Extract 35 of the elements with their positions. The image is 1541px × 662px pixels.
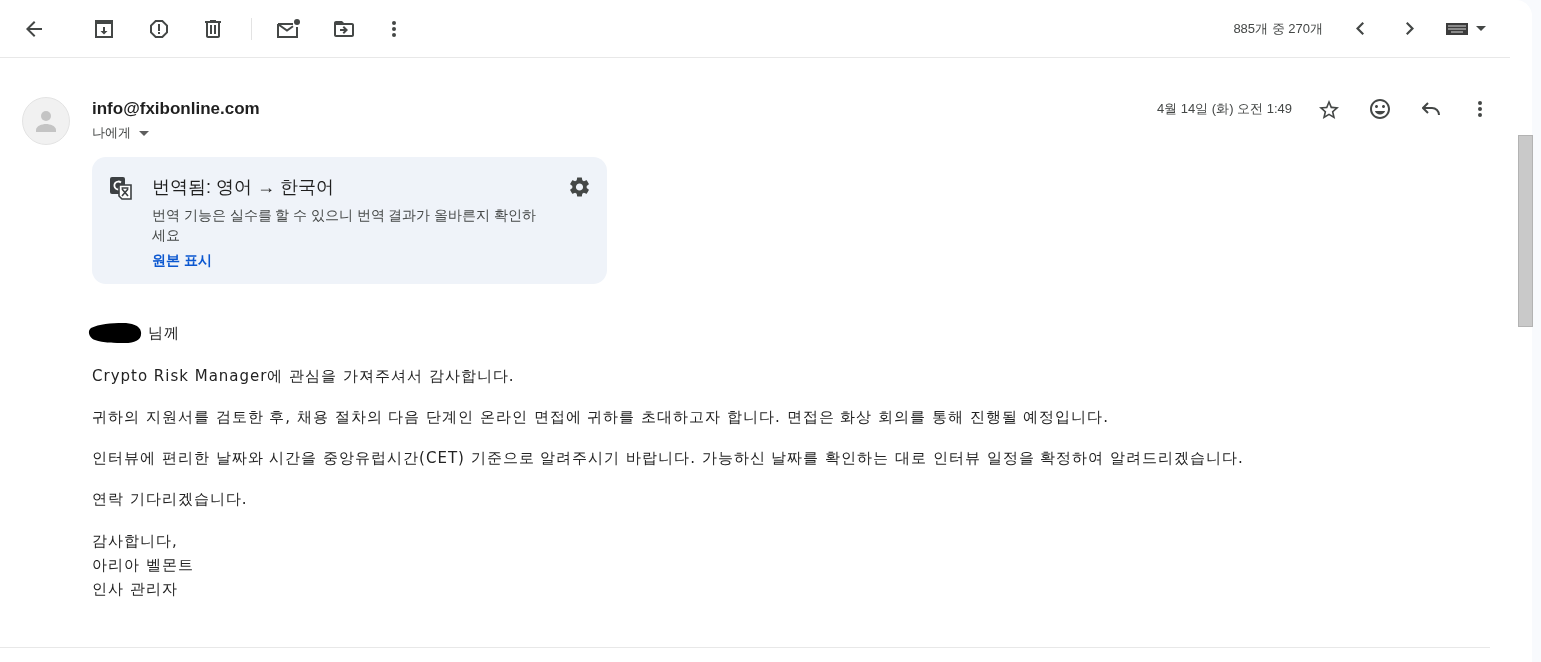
settings-icon[interactable] [570,177,589,197]
email-paragraph: 연락 기다리겠습니다. [92,489,248,510]
more-vert-icon[interactable] [1478,101,1482,117]
reply-icon[interactable] [1422,102,1440,116]
scrollbar-thumb[interactable] [1518,135,1533,327]
caret-icon[interactable] [139,130,149,136]
signature-line: 인사 관리자 [92,579,179,600]
folder-move-icon[interactable] [334,20,354,37]
archive-icon[interactable] [95,19,113,38]
signature-line: 아리아 벨몬트 [92,555,194,576]
email-paragraph: 귀하의 지원서를 검토한 후, 채용 절차의 다음 단계인 온라인 면접에 귀하를 초대하고자 합니다. 면접은 화상 회의를 통해 진행될 예정입니다. [92,407,1110,428]
caret-icon[interactable] [1476,26,1486,31]
back-arrow-icon[interactable] [26,20,42,37]
banner-title: 번역됨: 영어 → 한국어 [152,176,334,199]
more-vert-icon[interactable] [392,20,396,37]
smiley-icon[interactable] [1370,99,1390,119]
recipient-toggle[interactable]: 나에게 [92,123,149,143]
chevron-left-icon[interactable] [1356,22,1364,35]
email-paragraph: 인터뷰에 편리한 날짜와 시간을 중앙유럽시간(CET) 기준으로 알려주시기 바랍니다. 가능하신 날짜를 확인하는 대로 인터뷰 일정을 확정하여 알려드리겠습니다. [92,448,1244,469]
email-paragraph: Crypto Risk Manager에 관심을 가져주셔서 감사합니다. [92,366,515,387]
sender-address: info@fxibonline.com [92,98,260,120]
greeting-text: 님께 [148,323,180,344]
show-original-link[interactable]: 원본 표시 [152,250,212,270]
translate-icon [109,176,133,200]
banner-notice: 번역 기능은 실수를 할 수 있으니 번역 결과가 올바른지 확인하세요 [152,207,537,245]
avatar-icon [22,97,70,145]
chevron-right-icon[interactable] [1406,22,1414,35]
pagination-count: 885개 중 270개 [1233,19,1323,38]
star-icon[interactable] [1319,99,1339,119]
exclamation-icon[interactable] [149,18,169,39]
envelope-icon[interactable] [276,19,300,38]
trash-icon[interactable] [205,19,221,38]
signature-line: 감사합니다, [92,531,179,552]
keyboard-icon[interactable] [1446,22,1468,35]
message-date: 4월 14일 (화) 오전 1:49 [1156,100,1292,118]
